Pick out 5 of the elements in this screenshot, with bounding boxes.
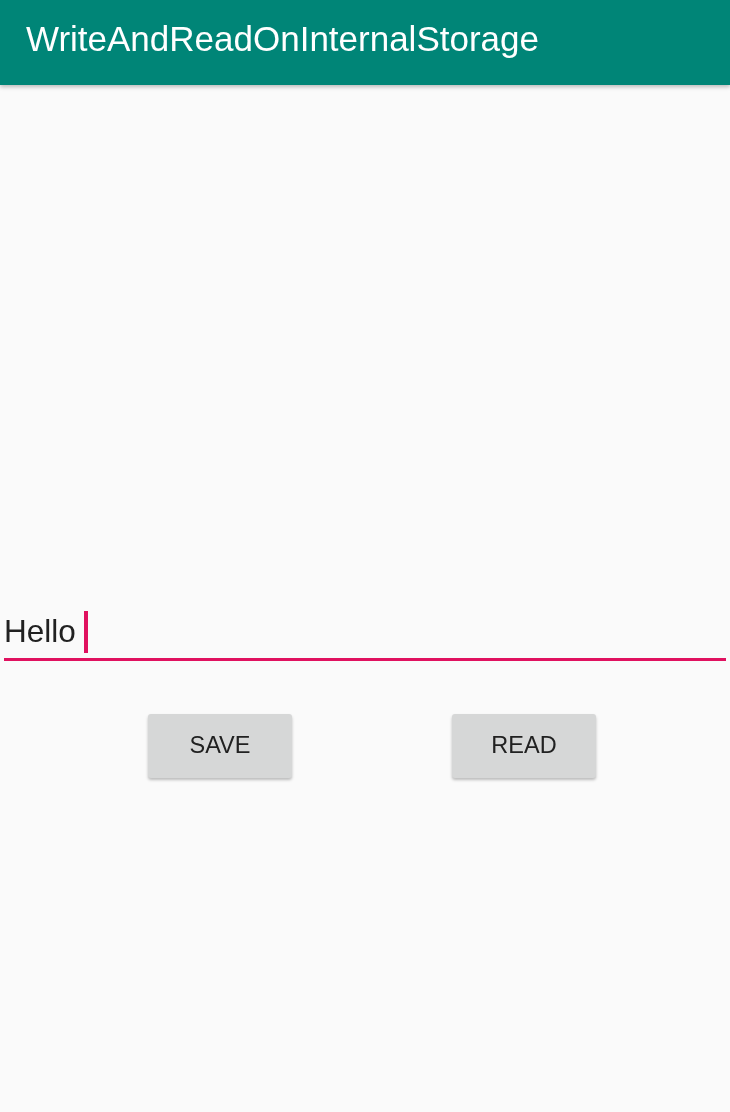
action-button[interactable]: SAVE (148, 714, 292, 778)
text-cursor-icon (83, 610, 88, 653)
text-input-field[interactable]: Hello (4, 605, 726, 661)
app-title: WriteAndReadOnInternalStorage (26, 21, 539, 56)
action-button[interactable]: READ (452, 714, 596, 778)
